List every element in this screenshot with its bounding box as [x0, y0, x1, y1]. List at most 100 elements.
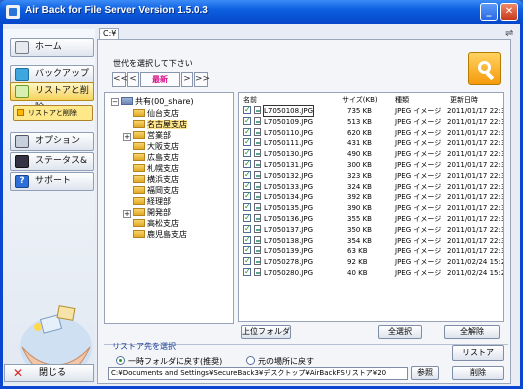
delete-button[interactable]: 削除: [452, 366, 504, 380]
file-size: 323 KB: [347, 171, 372, 180]
last-generation-button[interactable]: >>: [194, 72, 210, 87]
search-button[interactable]: [468, 52, 501, 85]
file-size: 350 KB: [347, 225, 372, 234]
close-window-button[interactable]: ✕: [500, 3, 518, 21]
table-row[interactable]: L7050139.JPG 63 KB JPEG イメージ 2011/01/17 22:…: [239, 245, 503, 256]
jpg-file-icon: [254, 127, 261, 136]
tree-node[interactable]: 仙台支店: [133, 109, 179, 119]
file-name: L7050110.JPG: [264, 128, 314, 137]
collapse-icon[interactable]: −: [111, 98, 119, 106]
column-header-size[interactable]: サイズ(KB): [342, 95, 378, 105]
prev-generation-button[interactable]: <: [127, 72, 139, 87]
tree-node[interactable]: 大阪支店: [133, 142, 179, 152]
minimize-button[interactable]: _: [480, 3, 498, 21]
table-row[interactable]: L7050135.JPG 390 KB JPEG イメージ 2011/01/17 22…: [239, 202, 503, 213]
file-type: JPEG イメージ: [395, 247, 442, 256]
table-row[interactable]: L7050131.JPG 300 KB JPEG イメージ 2011/01/17 22…: [239, 159, 503, 170]
tree-node[interactable]: 鹿児島支店: [133, 230, 187, 240]
tree-node[interactable]: 札幌支店: [133, 164, 179, 174]
tree-node-label: 大阪支店: [147, 142, 179, 151]
tree-node[interactable]: 横浜支店: [133, 175, 179, 185]
table-row[interactable]: L7050111.JPG 431 KB JPEG イメージ 2011/01/17 22…: [239, 137, 503, 148]
jpg-file-icon: [254, 138, 261, 147]
column-header-type[interactable]: 種類: [395, 95, 409, 105]
table-row[interactable]: L7050132.JPG 323 KB JPEG イメージ 2011/01/17 22…: [239, 170, 503, 181]
row-checkbox[interactable]: [243, 267, 251, 277]
tree-node-selected[interactable]: 名古屋支店: [133, 120, 187, 130]
sub-item-label: リストアと削除: [28, 109, 77, 117]
row-checkbox[interactable]: [243, 170, 251, 180]
table-row[interactable]: L7050134.JPG 392 KB JPEG イメージ 2011/01/17 22…: [239, 191, 503, 202]
up-folder-button[interactable]: 上位フォルダ: [241, 325, 291, 339]
radio-selected-icon: [116, 356, 125, 365]
file-name: L7050133.JPG: [264, 182, 314, 191]
tree-node[interactable]: 高松支店: [133, 219, 179, 229]
folder-tree[interactable]: − 共有(00_share) 仙台支店 名古屋支店 + 営業部 大阪支店 広島支…: [104, 92, 234, 324]
row-checkbox[interactable]: [243, 148, 251, 158]
row-checkbox[interactable]: [243, 127, 251, 137]
row-checkbox[interactable]: [243, 256, 251, 266]
file-type: JPEG イメージ: [395, 225, 442, 234]
table-row[interactable]: L7050280.JPG 40 KB JPEG イメージ 2011/02/24 15:…: [239, 267, 503, 278]
row-checkbox[interactable]: [243, 159, 251, 169]
first-generation-button[interactable]: <<: [112, 72, 128, 87]
table-row[interactable]: L7050133.JPG 324 KB JPEG イメージ 2011/01/17 22…: [239, 181, 503, 192]
tree-node-label: 広島支店: [147, 153, 179, 162]
table-row[interactable]: L7050136.JPG 355 KB JPEG イメージ 2011/01/17 22…: [239, 213, 503, 224]
sidebar-item-status[interactable]: ステータス&ログ: [10, 152, 94, 183]
table-row[interactable]: L7050109.JPG 513 KB JPEG イメージ 2011/01/17 22…: [239, 116, 503, 127]
row-checkbox[interactable]: [243, 116, 251, 126]
column-header-name[interactable]: 名前: [243, 95, 257, 105]
title-bar[interactable]: Air Back for File Server Version 1.5.0.3…: [0, 0, 523, 24]
file-name: L7050136.JPG: [264, 215, 314, 223]
file-type: JPEG イメージ: [395, 258, 442, 267]
row-checkbox[interactable]: [243, 137, 251, 147]
restore-button[interactable]: リストア: [452, 345, 504, 361]
tree-node[interactable]: 開発部: [133, 208, 171, 218]
row-checkbox[interactable]: [243, 202, 251, 212]
restore-path-field[interactable]: C:¥Documents and Settings¥SecureBack3¥デス…: [108, 367, 408, 380]
browse-button[interactable]: 参照: [411, 366, 439, 380]
radio-temp-folder[interactable]: 一時フォルダに戻す(推奨): [116, 356, 222, 367]
table-row[interactable]: L7050108.JPG 735 KB JPEG イメージ 2011/01/17 22…: [239, 105, 504, 117]
file-date: 2011/01/17 22:31: [447, 107, 504, 115]
row-checkbox[interactable]: [243, 213, 251, 223]
row-checkbox[interactable]: [243, 191, 251, 201]
file-size: 620 KB: [347, 128, 372, 137]
table-row[interactable]: L7050138.JPG 354 KB JPEG イメージ 2011/01/17 22…: [239, 235, 503, 246]
file-name: L7050135.JPG: [264, 204, 314, 213]
expand-icon[interactable]: +: [123, 133, 131, 141]
sidebar-item-options[interactable]: オプション: [10, 132, 94, 151]
next-generation-button[interactable]: >: [181, 72, 193, 87]
tree-node[interactable]: 福岡支店: [133, 186, 179, 196]
app-icon: [6, 5, 20, 19]
select-all-button[interactable]: 全選択: [378, 325, 422, 339]
row-checkbox[interactable]: [243, 235, 251, 245]
table-row[interactable]: L7050130.JPG 490 KB JPEG イメージ 2011/01/17 22…: [239, 148, 503, 159]
table-row[interactable]: L7050110.JPG 620 KB JPEG イメージ 2011/01/17 22…: [239, 127, 503, 138]
sidebar-item-home[interactable]: ホーム: [10, 38, 94, 57]
search-icon-handle: [485, 71, 495, 81]
tree-node-root[interactable]: 共有(00_share): [121, 97, 194, 107]
tree-node[interactable]: 広島支店: [133, 153, 179, 163]
radio-original-location[interactable]: 元の場所に戻す: [246, 356, 314, 367]
table-row[interactable]: L7050137.JPG 350 KB JPEG イメージ 2011/01/17 22…: [239, 224, 503, 235]
tree-node[interactable]: 経理部: [133, 197, 171, 207]
deselect-all-button[interactable]: 全解除: [444, 325, 500, 339]
expand-icon[interactable]: +: [123, 210, 131, 218]
sub-item-restore-delete[interactable]: リストアと削除: [13, 105, 93, 121]
current-generation[interactable]: 最新: [140, 72, 180, 87]
jpg-file-icon: [254, 224, 261, 233]
file-size: 735 KB: [347, 107, 372, 115]
file-list[interactable]: 名前 サイズ(KB) 種類 更新日時 L7050108.JPG 735 KB JPE…: [238, 92, 504, 322]
tree-node[interactable]: 営業部: [133, 131, 171, 141]
column-header-date[interactable]: 更新日時: [450, 95, 478, 105]
row-checkbox[interactable]: [243, 245, 251, 255]
sidebar-item-restore[interactable]: リストアと削除: [10, 82, 94, 113]
row-checkbox[interactable]: [243, 181, 251, 191]
row-checkbox[interactable]: [243, 224, 251, 234]
row-checkbox[interactable]: [243, 105, 251, 115]
sidebar-item-support[interactable]: ? サポート: [10, 172, 94, 191]
close-app-button[interactable]: ✕ 閉じる: [4, 364, 94, 382]
table-row[interactable]: L7050278.JPG 92 KB JPEG イメージ 2011/02/24 15:…: [239, 256, 503, 267]
